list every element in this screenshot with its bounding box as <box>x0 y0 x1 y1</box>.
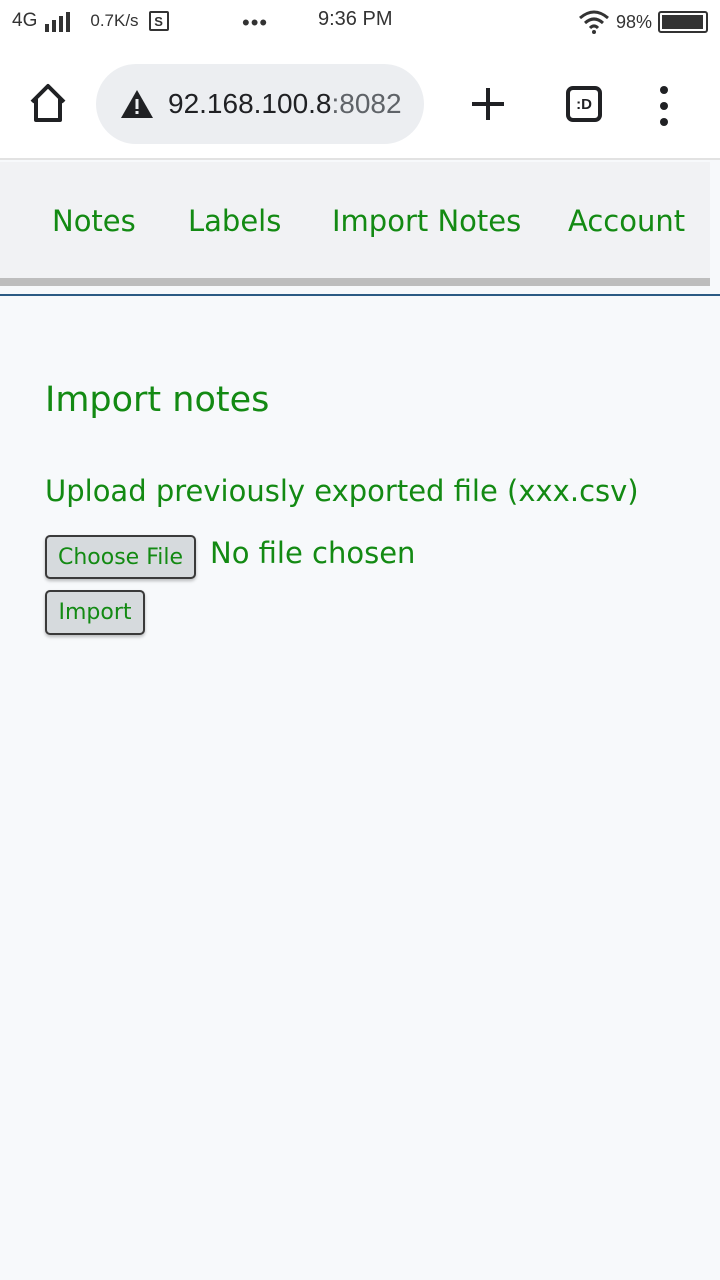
status-bar: 4G 0.7K/s S ••• 9:36 PM 98% <box>0 0 720 48</box>
browser-toolbar: 92.168.100.8 :8082 :D <box>0 48 720 160</box>
nav-link-account[interactable]: Account <box>568 204 685 238</box>
wifi-icon <box>578 10 609 34</box>
file-status-text: No file chosen <box>210 536 416 570</box>
nav-link-labels[interactable]: Labels <box>188 204 281 238</box>
new-tab-icon[interactable] <box>468 84 508 124</box>
signal-icon <box>45 10 71 32</box>
site-nav: Notes Labels Import Notes Account <box>0 162 710 286</box>
more-notifications-icon: ••• <box>242 10 269 35</box>
battery-icon <box>658 11 708 33</box>
choose-file-button[interactable]: Choose File <box>45 535 196 579</box>
network-speed: 0.7K/s <box>90 11 139 30</box>
url-host: 92.168.100.8 <box>168 88 332 119</box>
warning-icon[interactable] <box>120 89 154 119</box>
network-type: 4G <box>12 10 38 31</box>
page-title: Import notes <box>45 380 270 420</box>
battery-fill <box>662 15 704 29</box>
battery-percentage: 98% <box>615 11 652 32</box>
s-app-icon: S <box>148 11 169 31</box>
status-left: 4G 0.7K/s S <box>12 10 169 32</box>
tab-switcher-button[interactable]: :D <box>566 86 602 122</box>
status-right: 98% <box>578 10 708 34</box>
more-menu-icon[interactable] <box>656 86 672 126</box>
upload-label: Upload previously exported file (xxx.csv… <box>45 474 639 508</box>
home-icon[interactable] <box>28 82 68 124</box>
nav-divider <box>0 294 720 296</box>
address-bar[interactable]: 92.168.100.8 :8082 <box>96 64 424 144</box>
url-port: :8082 <box>331 88 402 119</box>
nav-link-notes[interactable]: Notes <box>52 204 136 238</box>
clock: 9:36 PM <box>318 8 393 30</box>
nav-link-import-notes[interactable]: Import Notes <box>332 204 521 238</box>
import-button[interactable]: Import <box>45 590 145 635</box>
